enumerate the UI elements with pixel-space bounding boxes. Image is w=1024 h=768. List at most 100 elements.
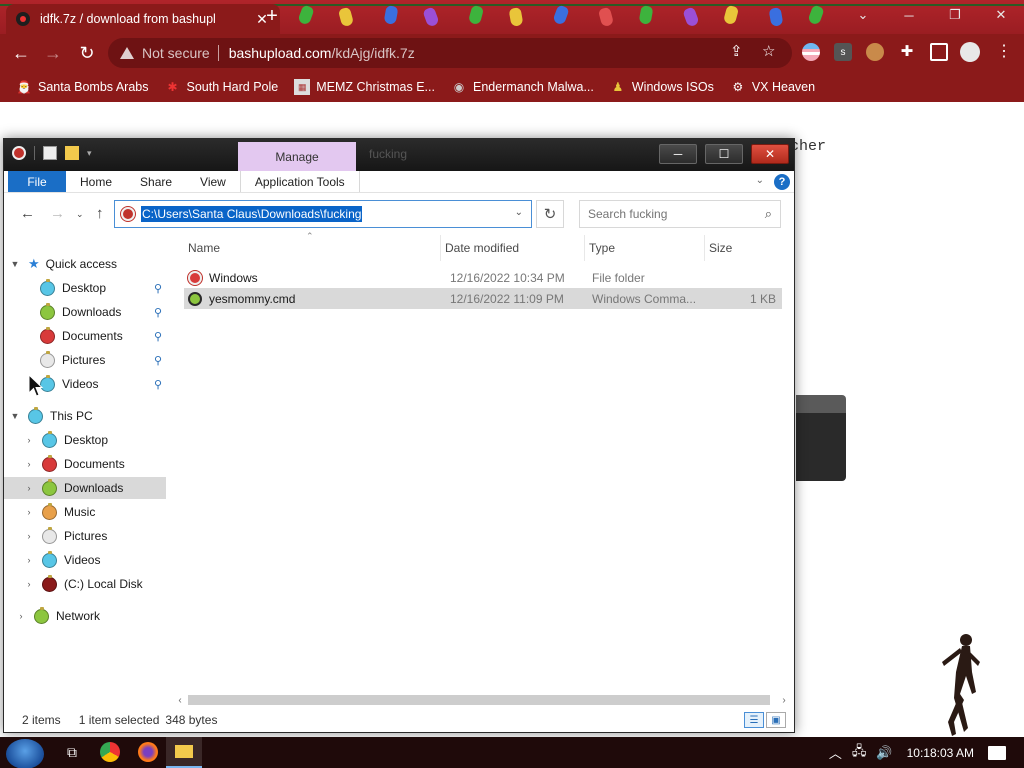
browser-tab[interactable]: idfk.7z / download from bashupl ✕ — [6, 4, 280, 34]
nav-quick-downloads[interactable]: Downloads ⚲ — [4, 301, 166, 323]
volume-icon[interactable]: 🔊 — [876, 745, 892, 761]
back-arrow-icon[interactable]: ← — [20, 205, 35, 222]
nav-quick-desktop[interactable]: Desktop ⚲ — [4, 277, 166, 299]
details-view-icon[interactable]: ☰ — [744, 712, 764, 728]
ribbon-tab-view[interactable]: View — [186, 171, 240, 192]
profile-avatar-icon[interactable] — [960, 42, 980, 62]
address-field[interactable]: C:\Users\Santa Claus\Downloads\fucking ⌄ — [114, 200, 532, 228]
ribbon-tab-share[interactable]: Share — [126, 171, 186, 192]
collapsed-chevron-icon[interactable]: › — [14, 611, 28, 621]
restore-button[interactable]: ❐ — [932, 0, 978, 30]
pin-icon[interactable]: ⚲ — [154, 306, 162, 319]
file-row-yesmommy[interactable]: yesmommy.cmd 12/16/2022 11:09 PM Windows… — [184, 288, 782, 309]
pin-icon[interactable]: ⚲ — [154, 378, 162, 391]
collapsed-chevron-icon[interactable]: › — [22, 507, 36, 517]
nav-pc-local-disk[interactable]: › (C:) Local Disk — [4, 573, 166, 595]
forward-arrow-icon[interactable]: → — [50, 205, 65, 222]
recent-locations-icon[interactable]: ⌄ — [76, 209, 84, 220]
collapsed-chevron-icon[interactable]: › — [22, 483, 36, 493]
explorer-taskbar-icon[interactable] — [166, 737, 202, 768]
pin-icon[interactable]: ⚲ — [154, 330, 162, 343]
refresh-button[interactable]: ↻ — [536, 200, 564, 228]
firefox-taskbar-icon[interactable] — [138, 742, 158, 762]
minimize-button[interactable]: ─ — [886, 0, 932, 30]
new-tab-button[interactable]: + — [262, 6, 282, 26]
qat-dropdown-icon[interactable]: ▾ — [87, 148, 92, 159]
task-view-icon[interactable]: ⧉ — [62, 742, 82, 762]
scroll-left-icon[interactable]: ‹ — [174, 695, 186, 706]
help-icon[interactable]: ? — [774, 174, 790, 190]
column-header-size[interactable]: Size — [705, 235, 781, 261]
extension-face-icon[interactable] — [866, 43, 884, 61]
nav-quick-access[interactable]: ▼ ★ Quick access — [4, 253, 166, 275]
side-panel-icon[interactable] — [930, 43, 948, 61]
forward-button[interactable]: → — [40, 41, 66, 65]
network-icon[interactable]: 🖧 — [852, 742, 867, 764]
nav-pc-documents[interactable]: › Documents — [4, 453, 166, 475]
explorer-close-button[interactable]: ✕ — [751, 144, 789, 164]
nav-network[interactable]: › Network — [4, 605, 166, 627]
bookmark-star-icon[interactable]: ☆ — [762, 42, 775, 60]
search-input[interactable] — [588, 207, 748, 221]
bookmark-item[interactable]: ⚙ VX Heaven — [730, 79, 815, 95]
address-bar[interactable]: Not secure bashupload.com/kdAjg/idfk.7z — [108, 38, 792, 68]
new-folder-icon[interactable] — [65, 146, 79, 160]
collapsed-chevron-icon[interactable]: › — [22, 579, 36, 589]
start-button[interactable] — [6, 739, 44, 768]
collapsed-chevron-icon[interactable]: › — [22, 435, 36, 445]
ribbon-file-tab[interactable]: File — [8, 171, 66, 192]
nav-pc-videos[interactable]: › Videos — [4, 549, 166, 571]
extension-flag-icon[interactable] — [802, 43, 820, 61]
collapsed-chevron-icon[interactable]: › — [22, 459, 36, 469]
scroll-right-icon[interactable]: › — [778, 695, 790, 706]
back-button[interactable]: ← — [8, 41, 34, 65]
collapsed-chevron-icon[interactable]: › — [22, 555, 36, 565]
extension-s-icon[interactable]: s — [834, 43, 852, 61]
large-icons-view-icon[interactable]: ▣ — [766, 712, 786, 728]
search-icon[interactable]: ⌕ — [765, 206, 772, 222]
bookmark-item[interactable]: ▦ MEMZ Christmas E... — [294, 79, 435, 95]
ribbon-expand-chevron-icon[interactable]: ⌄ — [756, 175, 764, 186]
nav-quick-pictures[interactable]: Pictures ⚲ — [4, 349, 166, 371]
up-arrow-icon[interactable]: ↑ — [96, 205, 104, 222]
column-header-date[interactable]: Date modified — [441, 235, 585, 261]
expand-chevron-icon[interactable]: ▼ — [8, 411, 22, 421]
chrome-taskbar-icon[interactable] — [100, 742, 120, 762]
clock[interactable]: 10:18:03 AM — [907, 746, 974, 760]
menu-kebab-icon[interactable]: ⋮ — [995, 43, 1013, 61]
nav-pc-downloads[interactable]: › Downloads — [4, 477, 166, 499]
expand-chevron-icon[interactable]: ▼ — [8, 259, 22, 269]
scroll-thumb[interactable] — [188, 695, 770, 705]
file-row-windows[interactable]: Windows 12/16/2022 10:34 PM File folder — [184, 267, 782, 288]
ribbon-tab-application-tools[interactable]: Application Tools — [239, 171, 360, 192]
bookmark-item[interactable]: ✱ South Hard Pole — [164, 79, 278, 95]
nav-this-pc[interactable]: ▼ This PC — [4, 405, 166, 427]
notifications-icon[interactable] — [988, 745, 1006, 760]
manage-tab[interactable]: Manage — [238, 142, 356, 171]
nav-pc-desktop[interactable]: › Desktop — [4, 429, 166, 451]
tab-search-icon[interactable]: ⌄ — [840, 0, 886, 30]
explorer-maximize-button[interactable]: ☐ — [705, 144, 743, 164]
nav-pc-music[interactable]: › Music — [4, 501, 166, 523]
bookmark-item[interactable]: ◉ Endermanch Malwa... — [451, 79, 594, 95]
scroll-track[interactable] — [186, 693, 778, 707]
extensions-puzzle-icon[interactable]: ✚ — [898, 43, 916, 61]
share-icon[interactable]: ⇪ — [730, 42, 743, 60]
show-hidden-icons-icon[interactable]: ︿ — [829, 743, 842, 762]
close-button[interactable]: ✕ — [978, 0, 1024, 30]
pin-icon[interactable]: ⚲ — [154, 282, 162, 295]
explorer-minimize-button[interactable]: ─ — [659, 144, 697, 164]
horizontal-scrollbar[interactable]: ‹ › — [174, 692, 790, 708]
bookmark-item[interactable]: 🎅 Santa Bombs Arabs — [16, 79, 149, 95]
pin-icon[interactable]: ⚲ — [154, 354, 162, 367]
nav-quick-documents[interactable]: Documents ⚲ — [4, 325, 166, 347]
address-dropdown-icon[interactable]: ⌄ — [515, 207, 523, 218]
nav-pc-pictures[interactable]: › Pictures — [4, 525, 166, 547]
properties-icon[interactable] — [43, 146, 57, 160]
reload-button[interactable]: ↻ — [74, 41, 100, 65]
bookmark-item[interactable]: ♟ Windows ISOs — [610, 79, 713, 95]
ribbon-tab-home[interactable]: Home — [66, 171, 126, 192]
collapsed-chevron-icon[interactable]: › — [22, 531, 36, 541]
search-box[interactable]: ⌕ — [579, 200, 781, 228]
column-header-type[interactable]: Type — [585, 235, 705, 261]
